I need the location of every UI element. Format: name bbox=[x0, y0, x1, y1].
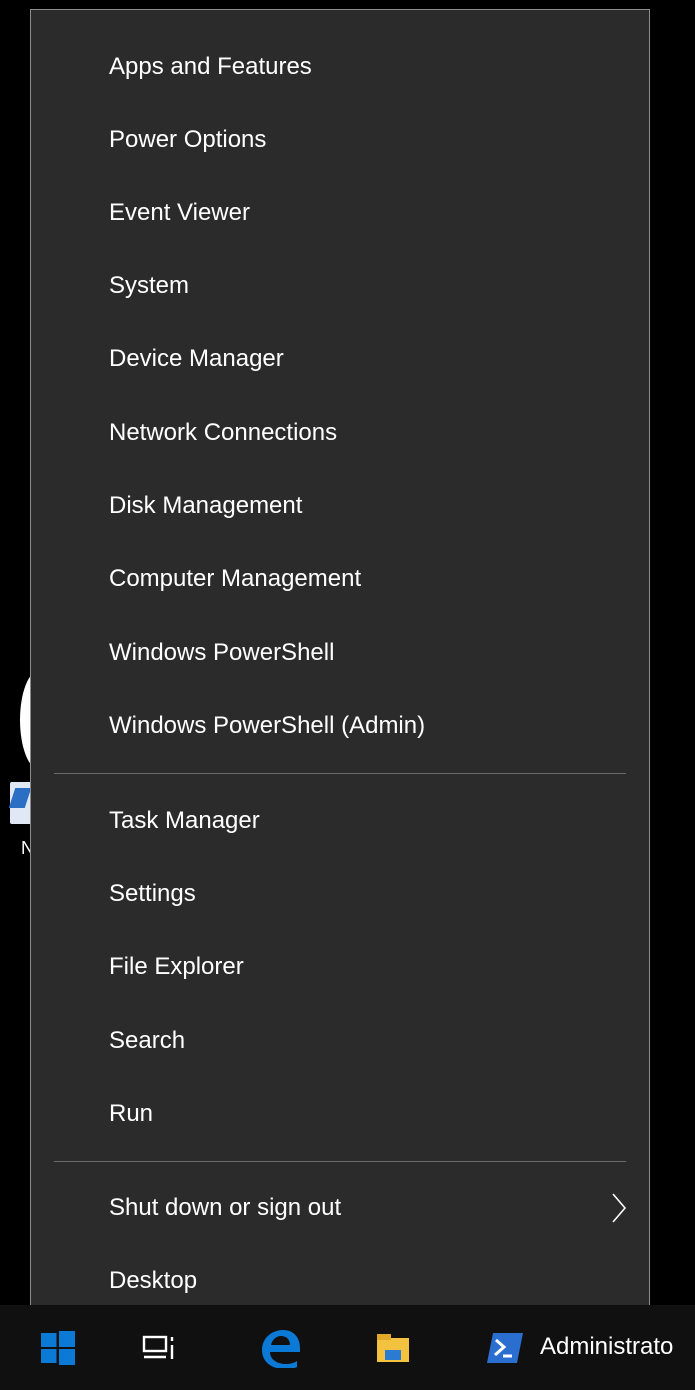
menu-item-power-options[interactable]: Power Options bbox=[31, 104, 649, 176]
menu-item-search[interactable]: Search bbox=[31, 1005, 649, 1077]
menu-item-label: Disk Management bbox=[109, 492, 303, 519]
edge-button[interactable] bbox=[240, 1305, 320, 1390]
quick-link-menu: Apps and Features Power Options Event Vi… bbox=[30, 9, 650, 1322]
menu-item-system[interactable]: System bbox=[31, 250, 649, 322]
menu-item-event-viewer[interactable]: Event Viewer bbox=[31, 177, 649, 249]
menu-item-label: Windows PowerShell (Admin) bbox=[109, 712, 426, 739]
menu-item-label: Power Options bbox=[109, 126, 267, 153]
menu-item-computer-management[interactable]: Computer Management bbox=[31, 543, 649, 615]
menu-item-label: Apps and Features bbox=[109, 53, 312, 80]
menu-item-label: Device Manager bbox=[109, 345, 284, 372]
menu-item-windows-powershell[interactable]: Windows PowerShell bbox=[31, 617, 649, 689]
menu-item-label: Settings bbox=[109, 880, 196, 907]
menu-item-label: Run bbox=[109, 1100, 154, 1127]
desktop-background bbox=[0, 0, 30, 1305]
menu-item-label: File Explorer bbox=[109, 953, 244, 980]
menu-item-device-manager[interactable]: Device Manager bbox=[31, 323, 649, 395]
menu-separator bbox=[54, 773, 626, 774]
chevron-right-icon bbox=[612, 1193, 627, 1223]
menu-item-label: Computer Management bbox=[109, 565, 362, 592]
start-button[interactable] bbox=[20, 1305, 95, 1390]
task-view-button[interactable] bbox=[120, 1305, 200, 1390]
edge-icon bbox=[262, 1329, 300, 1368]
menu-item-label: Shut down or sign out bbox=[109, 1194, 342, 1221]
file-explorer-button[interactable] bbox=[355, 1305, 430, 1390]
menu-item-file-explorer[interactable]: File Explorer bbox=[31, 931, 649, 1003]
windows-start-icon bbox=[40, 1330, 75, 1365]
file-explorer-icon bbox=[376, 1333, 409, 1362]
menu-item-task-manager[interactable]: Task Manager bbox=[31, 785, 649, 857]
desktop-app-icon[interactable] bbox=[10, 782, 32, 824]
menu-item-disk-management[interactable]: Disk Management bbox=[31, 470, 649, 542]
menu-item-apps-and-features[interactable]: Apps and Features bbox=[31, 31, 649, 103]
menu-item-label: Search bbox=[109, 1027, 186, 1054]
menu-item-windows-powershell-admin[interactable]: Windows PowerShell (Admin) bbox=[31, 690, 649, 762]
task-view-icon bbox=[142, 1335, 174, 1359]
menu-item-run[interactable]: Run bbox=[31, 1078, 649, 1150]
menu-separator bbox=[54, 1161, 626, 1162]
taskbar-window-label: Administrato bbox=[540, 1333, 674, 1360]
menu-item-shut-down-or-sign-out[interactable]: Shut down or sign out bbox=[31, 1172, 649, 1244]
menu-item-label: Desktop bbox=[109, 1267, 198, 1294]
powershell-button[interactable] bbox=[470, 1305, 540, 1390]
menu-item-label: System bbox=[109, 272, 190, 299]
menu-item-label: Task Manager bbox=[109, 807, 260, 834]
menu-item-label: Network Connections bbox=[109, 419, 338, 446]
menu-item-network-connections[interactable]: Network Connections bbox=[31, 397, 649, 469]
menu-item-settings[interactable]: Settings bbox=[31, 858, 649, 930]
menu-item-label: Event Viewer bbox=[109, 199, 250, 226]
powershell-icon bbox=[487, 1332, 523, 1363]
menu-item-label: Windows PowerShell bbox=[109, 639, 335, 666]
